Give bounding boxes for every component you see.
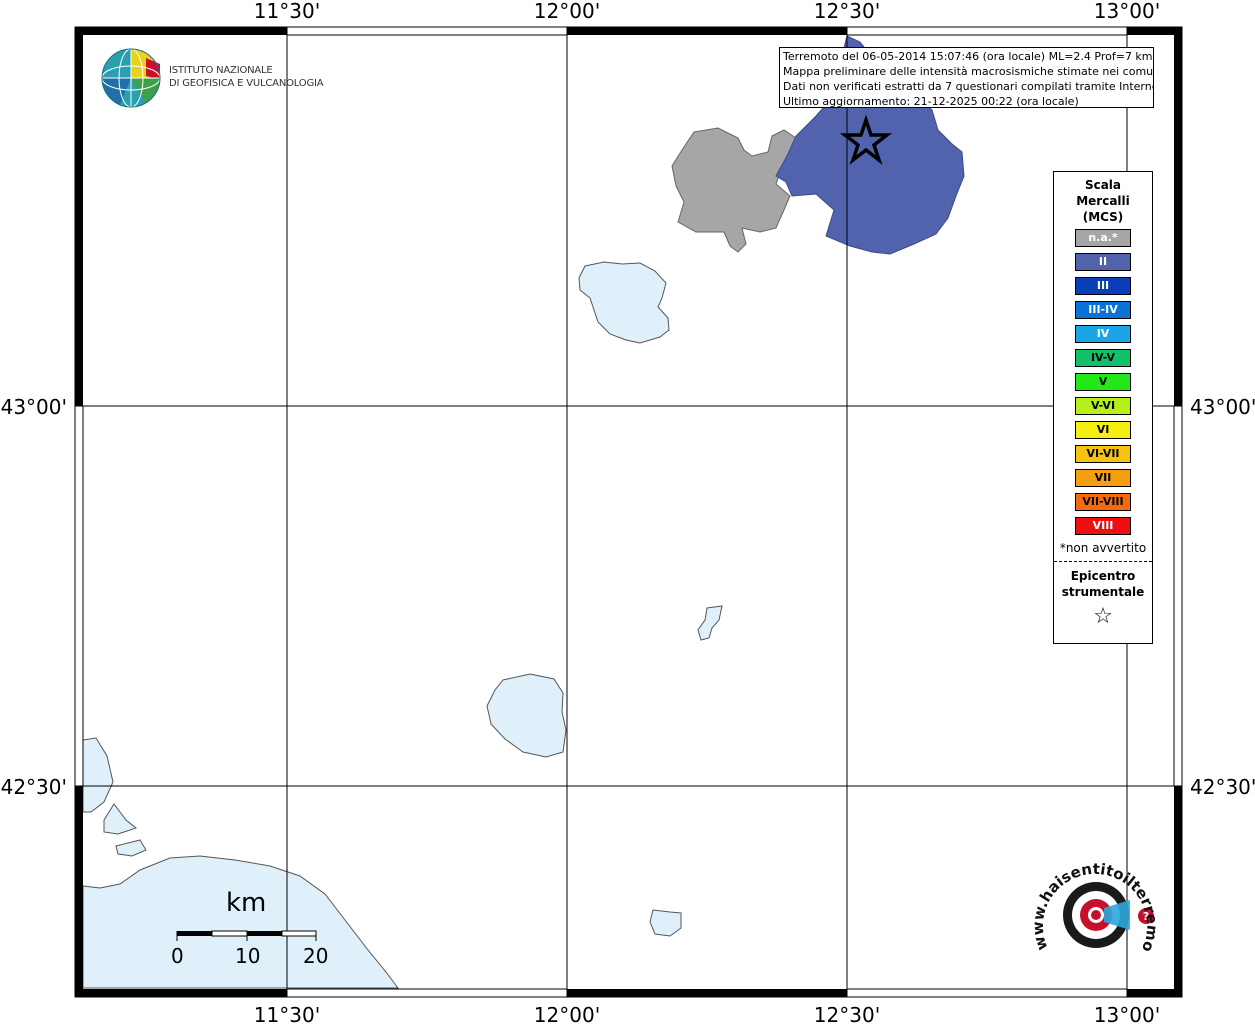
scale-unit-label: km (226, 888, 267, 918)
legend-swatch: VI (1075, 421, 1131, 439)
event-info-line: Ultimo aggiornamento: 21-12-2025 00:22 (… (783, 95, 1079, 108)
ingv-line-2: DI GEOFISICA E VULCANOLOGIA (169, 78, 324, 89)
legend-swatch: n.a.* (1075, 229, 1131, 247)
lat-label-right: 43°00' (1190, 395, 1255, 419)
lon-label-bottom: 12°00' (534, 1003, 600, 1024)
ingv-line-1: ISTITUTO NAZIONALE (169, 65, 273, 76)
lon-label-bottom: 12°30' (814, 1003, 880, 1024)
lon-label-bottom: 11°30' (254, 1003, 320, 1024)
legend-title: Scala Mercalli (MCS) (1076, 178, 1130, 224)
scale-tick-label: 10 (235, 944, 261, 968)
legend-swatch: VII-VIII (1075, 493, 1131, 511)
event-info-line: Terremoto del 06-05-2014 15:07:46 (ora l… (783, 50, 1153, 63)
legend-note: *non avvertito (1059, 541, 1147, 555)
lon-label-bottom: 13°00' (1094, 1003, 1160, 1024)
lat-label-left: 43°00' (1, 395, 67, 419)
lon-label-top: 13°00' (1094, 0, 1160, 23)
legend-swatch: VI-VII (1075, 445, 1131, 463)
event-info-line: Mappa preliminare delle intensità macros… (783, 65, 1154, 78)
lat-label-left: 42°30' (1, 775, 67, 799)
legend-swatch: II (1075, 253, 1131, 271)
ingv-logo-text: ISTITUTO NAZIONALE DI GEOFISICA E VULCAN… (169, 64, 324, 90)
lon-label-top: 12°00' (534, 0, 600, 23)
legend-swatch: V-VI (1075, 397, 1131, 415)
legend-swatch: IV (1075, 325, 1131, 343)
legend-items: n.a.* II III III-IV IV IV-V V V-VI VI VI-VII VII VI… (1054, 229, 1152, 535)
event-info-line: Dati non verificati estratti da 7 questi… (783, 80, 1154, 93)
legend-swatch: V (1075, 373, 1131, 391)
lat-label-right: 42°30' (1190, 775, 1255, 799)
scale-tick-label: 0 (171, 944, 184, 968)
legend-star-icon: ☆ (1093, 604, 1113, 629)
lon-label-top: 12°30' (814, 0, 880, 23)
event-info-box: Terremoto del 06-05-2014 15:07:46 (ora l… (779, 47, 1154, 108)
lon-label-top: 11°30' (254, 0, 320, 23)
intensity-legend: Scala Mercalli (MCS) n.a.* II III III-IV IV I… (1053, 171, 1153, 644)
ingv-logo-icon (101, 48, 161, 108)
legend-swatch: III-IV (1075, 301, 1131, 319)
legend-swatch: IV-V (1075, 349, 1131, 367)
legend-swatch: III (1075, 277, 1131, 295)
legend-epicenter-label: Epicentro strumentale (1061, 569, 1145, 599)
legend-swatch: VIII (1075, 517, 1131, 535)
legend-swatch: VII (1075, 469, 1131, 487)
legend-divider (1054, 561, 1152, 562)
scale-tick-label: 20 (303, 944, 329, 968)
map-frame-background (75, 27, 1182, 997)
